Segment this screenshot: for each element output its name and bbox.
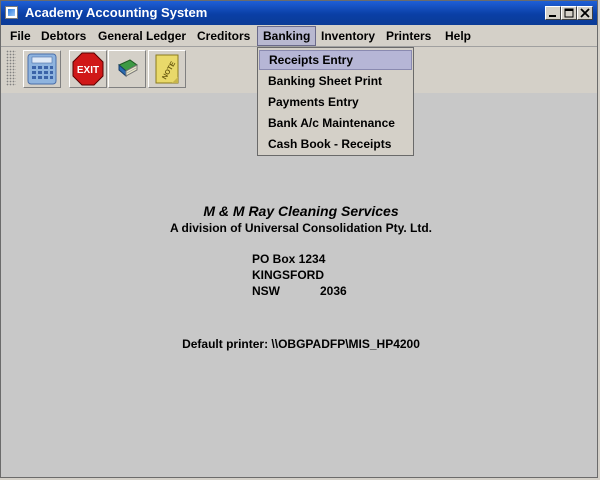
minimize-button[interactable] bbox=[545, 6, 561, 20]
calculator-button[interactable] bbox=[23, 50, 61, 88]
address-line1: PO Box 1234 bbox=[252, 252, 326, 266]
title-bar[interactable]: Academy Accounting System bbox=[1, 1, 597, 25]
app-icon bbox=[5, 6, 18, 19]
note-button[interactable]: NOTE bbox=[148, 50, 186, 88]
menu-inventory[interactable]: Inventory bbox=[316, 26, 380, 46]
menu-debtors[interactable]: Debtors bbox=[36, 26, 91, 46]
minimize-icon bbox=[549, 15, 556, 17]
book-icon bbox=[118, 59, 138, 78]
calculator-icon bbox=[27, 53, 57, 85]
menu-general-ledger[interactable]: General Ledger bbox=[93, 26, 191, 46]
exit-icon: EXIT bbox=[72, 52, 104, 86]
toolbar-grip[interactable] bbox=[6, 50, 16, 86]
company-name: M & M Ray Cleaning Services bbox=[203, 203, 399, 219]
maximize-button[interactable] bbox=[561, 6, 577, 20]
menu-bar: File Debtors General Ledger Creditors Ba… bbox=[1, 25, 597, 47]
menu-banking[interactable]: Banking bbox=[257, 26, 317, 46]
menu-item-receipts-entry[interactable]: Receipts Entry bbox=[259, 50, 412, 70]
exit-button[interactable]: EXIT bbox=[69, 50, 107, 88]
app-window: Academy Accounting System File Debtors G… bbox=[0, 0, 598, 478]
close-icon bbox=[580, 8, 590, 18]
address-postcode: 2036 bbox=[320, 284, 347, 298]
address-state: NSW bbox=[252, 284, 280, 298]
close-button[interactable] bbox=[577, 6, 593, 20]
maximize-icon bbox=[564, 8, 574, 18]
address-line2: KINGSFORD bbox=[252, 268, 324, 282]
menu-item-payments-entry[interactable]: Payments Entry bbox=[259, 92, 412, 112]
menu-item-bank-account-maintenance[interactable]: Bank A/c Maintenance bbox=[259, 113, 412, 133]
menu-help[interactable]: Help bbox=[440, 26, 476, 46]
banking-dropdown-menu: Receipts Entry Banking Sheet Print Payme… bbox=[257, 47, 414, 156]
window-title: Academy Accounting System bbox=[25, 5, 208, 20]
menu-item-banking-sheet-print[interactable]: Banking Sheet Print bbox=[259, 71, 412, 91]
note-icon: NOTE bbox=[155, 54, 179, 84]
menu-creditors[interactable]: Creditors bbox=[192, 26, 255, 46]
company-division: A division of Universal Consolidation Pt… bbox=[169, 221, 433, 235]
menu-item-cash-book-receipts[interactable]: Cash Book - Receipts bbox=[259, 134, 412, 154]
exit-icon-label: EXIT bbox=[77, 65, 99, 76]
menu-printers[interactable]: Printers bbox=[381, 26, 436, 46]
book-button[interactable] bbox=[108, 50, 146, 88]
default-printer: Default printer: \\OBGPADFP\MIS_HP4200 bbox=[182, 337, 420, 351]
menu-file[interactable]: File bbox=[5, 26, 36, 46]
